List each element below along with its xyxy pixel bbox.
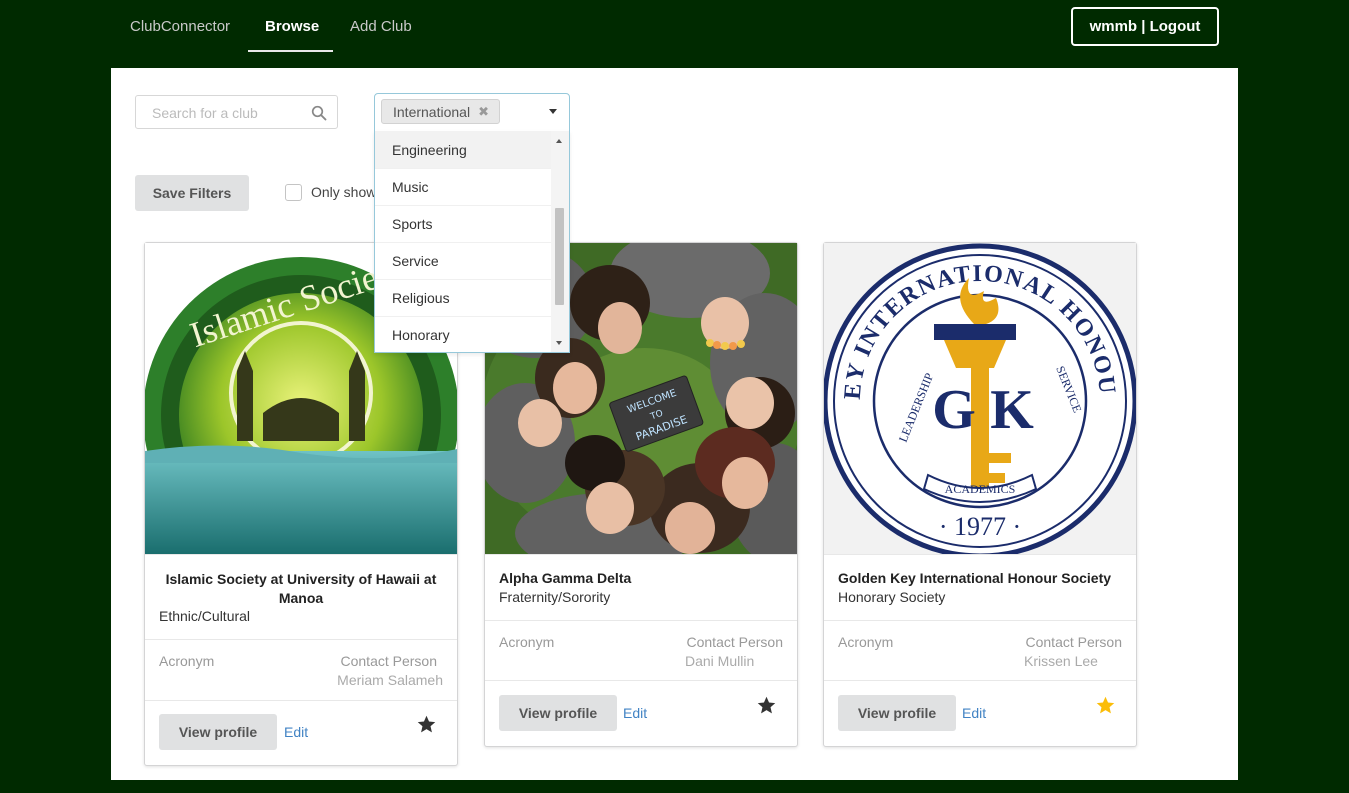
only-show-checkbox[interactable] [285,184,302,201]
edit-link[interactable]: Edit [623,705,647,721]
edit-link[interactable]: Edit [284,724,308,740]
card-title-line: Islamic Society at University of Hawaii … [165,571,437,587]
search-icon[interactable] [311,105,327,121]
seal-banner-text: ACADEMICS [945,482,1016,496]
golden-key-seal-logo: GOLDEN KEY INTERNATIONAL HONOUR SOCIETY … [824,243,1136,554]
acronym-label: Acronym [838,634,894,650]
category-dropdown-menu: Engineering Music Sports Service Religio… [374,131,570,353]
edit-link[interactable]: Edit [962,705,986,721]
active-tab-indicator [248,50,333,52]
scrollbar-thumb[interactable] [555,208,564,305]
seal-year: · 1977 · [939,512,1021,541]
search-box[interactable] [135,95,338,129]
card-title[interactable]: Golden Key International Honour Society [838,570,1111,586]
scroll-up-arrow-icon[interactable] [556,139,562,143]
card-category: Honorary Society [838,589,946,605]
card-title[interactable]: Islamic Society at University of Hawaii … [159,570,443,608]
contact-name: Krissen Lee [1024,653,1098,669]
dropdown-option[interactable]: Engineering [375,131,552,168]
contact-name: Meriam Salameh [337,672,443,688]
card-category: Ethnic/Cultural [159,608,251,624]
favorite-star-icon[interactable] [756,695,777,716]
save-filters-button[interactable]: Save Filters [135,175,249,211]
dropdown-option[interactable]: Service [375,242,552,279]
image-divider [824,554,1136,555]
club-card: GOLDEN KEY INTERNATIONAL HONOUR SOCIETY … [823,242,1137,747]
logout-button[interactable]: wmmb | Logout [1071,7,1219,46]
club-logo-image[interactable]: GOLDEN KEY INTERNATIONAL HONOUR SOCIETY … [824,243,1136,554]
dropdown-caret-icon[interactable] [549,109,557,114]
card-divider [145,639,457,640]
card-category: Fraternity/Sorority [499,589,611,605]
favorite-star-icon[interactable] [1095,695,1116,716]
nav-add-club[interactable]: Add Club [350,18,412,35]
card-divider [145,700,457,701]
dropdown-option[interactable]: Music [375,168,552,205]
acronym-label: Acronym [159,653,215,669]
category-multiselect[interactable]: International ✖ [374,93,570,132]
contact-name: Dani Mullin [685,653,755,669]
view-profile-button[interactable]: View profile [838,695,956,731]
selected-filter-chip: International ✖ [381,99,500,124]
brand-link[interactable]: ClubConnector [130,18,230,35]
card-divider [824,620,1136,621]
image-divider [485,554,797,555]
favorite-star-icon[interactable] [416,714,437,735]
card-divider [485,620,797,621]
contact-label: Contact Person [340,653,438,669]
card-title[interactable]: Alpha Gamma Delta [499,570,631,586]
seal-monogram-g: G [932,379,976,441]
view-profile-button[interactable]: View profile [499,695,617,731]
image-divider [145,554,457,555]
search-input[interactable] [150,104,300,122]
contact-label: Contact Person [686,634,784,650]
remove-chip-icon[interactable]: ✖ [478,104,489,120]
top-navbar: ClubConnector Browse Add Club [111,0,1238,62]
card-divider [824,680,1136,681]
view-profile-button[interactable]: View profile [159,714,277,750]
nav-browse[interactable]: Browse [265,18,319,35]
chip-label: International [393,103,471,120]
dropdown-option[interactable]: Religious [375,279,552,316]
contact-label: Contact Person [1025,634,1123,650]
dropdown-scrollbar[interactable] [551,131,569,352]
only-show-label: Only show [311,184,377,200]
dropdown-option[interactable]: Sports [375,205,552,242]
seal-monogram-k: K [990,379,1034,441]
acronym-label: Acronym [499,634,555,650]
card-divider [485,680,797,681]
scroll-down-arrow-icon[interactable] [556,341,562,345]
dropdown-option[interactable]: Honorary [375,316,552,352]
main-content: International ✖ Engineering Music Sports… [111,68,1238,780]
card-title-line: Manoa [278,590,324,606]
